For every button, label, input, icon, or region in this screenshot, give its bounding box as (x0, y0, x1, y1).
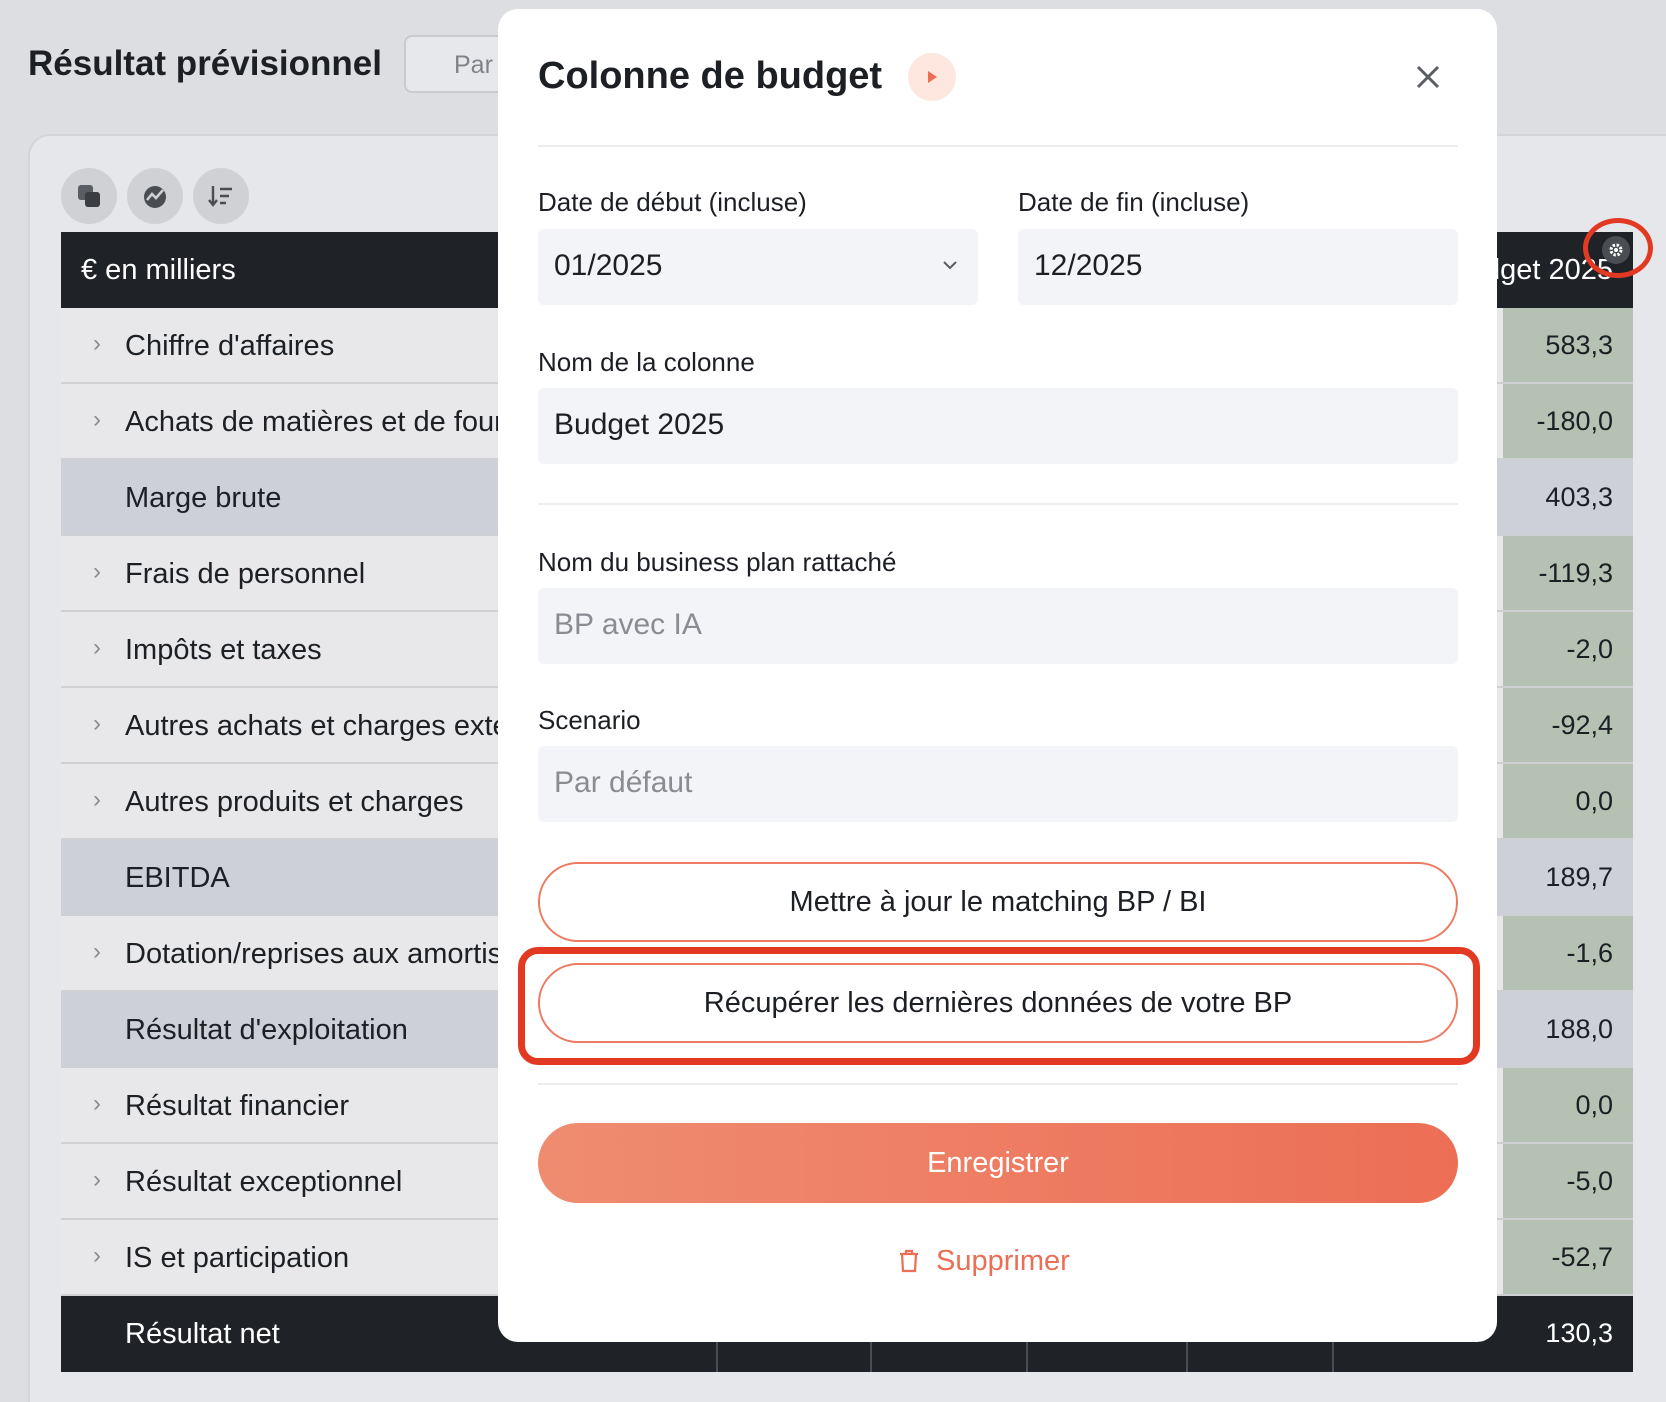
chevron-right-icon[interactable]: › (93, 1090, 101, 1118)
chevron-right-icon[interactable]: › (93, 1166, 101, 1194)
scenario-field: Par défaut (538, 746, 1458, 822)
end-date-field[interactable]: 12/2025 (1018, 229, 1458, 305)
divider (538, 1083, 1458, 1085)
budget-value-cell: -52,7 (1503, 1220, 1633, 1294)
budget-value-cell: 188,0 (1503, 992, 1633, 1066)
end-date-label: Date de fin (incluse) (1018, 187, 1250, 217)
budget-value-cell: -2,0 (1503, 612, 1633, 686)
budget-value-cell: 0,0 (1503, 764, 1633, 838)
budget-value-cell: 0,0 (1503, 1068, 1633, 1142)
page-title: Résultat prévisionnel (28, 44, 382, 83)
budget-value-cell: 403,3 (1503, 460, 1633, 534)
row-label: IS et participation (125, 1242, 350, 1274)
budget-value-cell: 130,3 (1503, 1296, 1633, 1372)
divider (538, 145, 1458, 147)
modal-title: Colonne de budget (538, 55, 883, 97)
budget-column-modal: Colonne de budget Date de début (incluse… (498, 9, 1497, 1342)
copy-icon[interactable] (61, 168, 117, 224)
row-label: Résultat financier (125, 1090, 350, 1122)
start-date-value: 01/2025 (554, 249, 663, 282)
row-label: Marge brute (125, 482, 282, 514)
row-label: Frais de personnel (125, 558, 366, 590)
business-plan-label: Nom du business plan rattaché (538, 547, 897, 577)
chart-icon[interactable] (127, 168, 183, 224)
scenario-label: Scenario (538, 705, 641, 735)
start-date-select[interactable]: 01/2025 (538, 229, 978, 305)
budget-value-cell: 583,3 (1503, 308, 1633, 382)
update-matching-button[interactable]: Mettre à jour le matching BP / BI (538, 862, 1458, 942)
column-name-label: Nom de la colonne (538, 347, 755, 377)
chevron-right-icon[interactable]: › (93, 330, 101, 358)
budget-value-cell: 189,7 (1503, 840, 1633, 914)
chevron-right-icon[interactable]: › (93, 710, 101, 738)
page: Résultat prévisionnel Par € en milliers … (0, 0, 1666, 1402)
chevron-right-icon[interactable]: › (93, 634, 101, 662)
chevron-right-icon[interactable]: › (93, 786, 101, 814)
save-button[interactable]: Enregistrer (538, 1123, 1458, 1203)
chevron-right-icon[interactable]: › (93, 406, 101, 434)
budget-value-cell: -180,0 (1503, 384, 1633, 458)
business-plan-field: BP avec IA (538, 588, 1458, 664)
row-label: Résultat d'exploitation (125, 1014, 408, 1046)
chevron-right-icon[interactable]: › (93, 1242, 101, 1270)
chevron-down-icon (943, 261, 957, 270)
delete-button[interactable]: Supprimer (898, 1241, 1070, 1281)
budget-value-cell: -119,3 (1503, 536, 1633, 610)
row-label: EBITDA (125, 862, 230, 894)
trash-icon (900, 1249, 918, 1273)
row-label: Résultat exceptionnel (125, 1166, 403, 1198)
play-icon (928, 71, 937, 83)
budget-value-cell: -1,6 (1503, 916, 1633, 990)
unit-label: € en milliers (81, 254, 236, 286)
chevron-right-icon[interactable]: › (93, 558, 101, 586)
gear-highlight-annotation (1583, 218, 1653, 278)
row-label: Impôts et taxes (125, 634, 322, 666)
delete-label: Supprimer (936, 1244, 1070, 1277)
chevron-right-icon[interactable]: › (93, 938, 101, 966)
sort-icon[interactable] (193, 168, 249, 224)
row-label: Autres produits et charges (125, 786, 464, 818)
close-icon[interactable] (1412, 61, 1444, 93)
column-name-field[interactable]: Budget 2025 (538, 388, 1458, 464)
budget-value-cell: -5,0 (1503, 1144, 1633, 1218)
row-label: Résultat net (125, 1318, 280, 1350)
button-highlight-annotation (518, 947, 1480, 1065)
budget-value-cell: -92,4 (1503, 688, 1633, 762)
divider (538, 503, 1458, 505)
start-date-label: Date de début (incluse) (538, 187, 807, 217)
row-label: Chiffre d'affaires (125, 330, 335, 362)
play-video-button[interactable] (908, 53, 956, 101)
